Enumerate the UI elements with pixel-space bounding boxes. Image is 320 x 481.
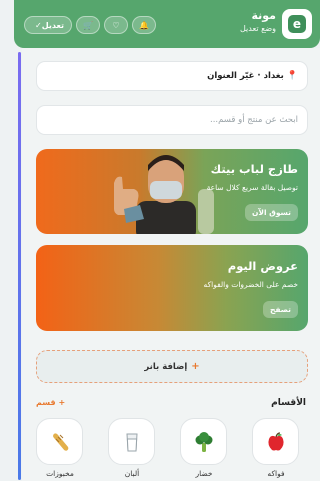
categories-title: الأقسام <box>271 398 306 408</box>
category-vegetables[interactable] <box>180 418 227 465</box>
promo-banner-offers[interactable]: عروض اليوم خصم على الخضروات والفواكه تصف… <box>36 245 308 331</box>
milk-icon <box>125 433 138 451</box>
browse-button[interactable]: تصفح <box>262 301 298 318</box>
plus-icon: + <box>191 361 200 372</box>
person-thumbs-up-image <box>114 155 214 234</box>
banner-subtitle: خصم على الخضروات والفواكه <box>203 280 298 289</box>
notifications-button[interactable]: 🔔 <box>132 16 156 34</box>
search-placeholder: ابحث عن منتج أو قسم... <box>210 115 298 125</box>
address-text: بغداد · غيّر العنوان <box>207 71 284 81</box>
mode-label: وضع تعديل <box>239 24 276 33</box>
category-label: ألبان <box>124 469 140 478</box>
banner-title: عروض اليوم <box>227 259 298 273</box>
bread-icon <box>52 432 68 451</box>
promo-banner-fresh[interactable]: طازج لباب بيتك توصيل بقالة سريع كلال ساع… <box>36 149 308 234</box>
bell-icon: 🔔 <box>139 20 149 30</box>
heart-icon: ♡ <box>112 20 120 30</box>
category-label: خضار <box>195 469 213 478</box>
category-label: فواكه <box>267 469 285 478</box>
category-label: مخبوزات <box>46 469 74 478</box>
app-name: مونة <box>251 9 276 22</box>
edit-button[interactable]: تعديل ✓ <box>24 16 72 34</box>
app-header: e مونة وضع تعديل 🔔 ♡ 🛒 تعديل ✓ <box>14 0 320 48</box>
brand-block: مونة وضع تعديل <box>240 9 276 35</box>
address-selector[interactable]: 📍 بغداد · غيّر العنوان <box>36 61 308 91</box>
category-dairy[interactable] <box>108 418 155 465</box>
broccoli-icon <box>195 431 212 452</box>
category-bakery[interactable] <box>36 418 83 465</box>
logo-mark: e <box>288 15 306 33</box>
scrollbar[interactable] <box>18 52 21 480</box>
app-logo: e <box>282 9 312 39</box>
add-banner-label: إضافة بانر <box>144 361 188 372</box>
category-fruits[interactable] <box>252 418 299 465</box>
add-category-link[interactable]: + قسم <box>36 398 65 407</box>
banner-title: طازج لباب بيتك <box>210 162 298 176</box>
check-icon: ✓ <box>35 20 42 30</box>
add-banner-button[interactable]: + إضافة بانر <box>36 350 308 383</box>
banner-subtitle: توصيل بقالة سريع كلال ساعة <box>206 183 298 192</box>
cart-icon: 🛒 <box>83 20 93 30</box>
search-input[interactable]: ابحث عن منتج أو قسم... <box>36 105 308 135</box>
apple-icon <box>267 431 284 450</box>
shop-now-button[interactable]: تسوق الآن <box>244 204 298 221</box>
cart-button[interactable]: 🛒 <box>76 16 100 34</box>
favorites-button[interactable]: ♡ <box>104 16 128 34</box>
location-pin-icon: 📍 <box>286 71 298 81</box>
edit-button-label: تعديل <box>41 20 64 30</box>
